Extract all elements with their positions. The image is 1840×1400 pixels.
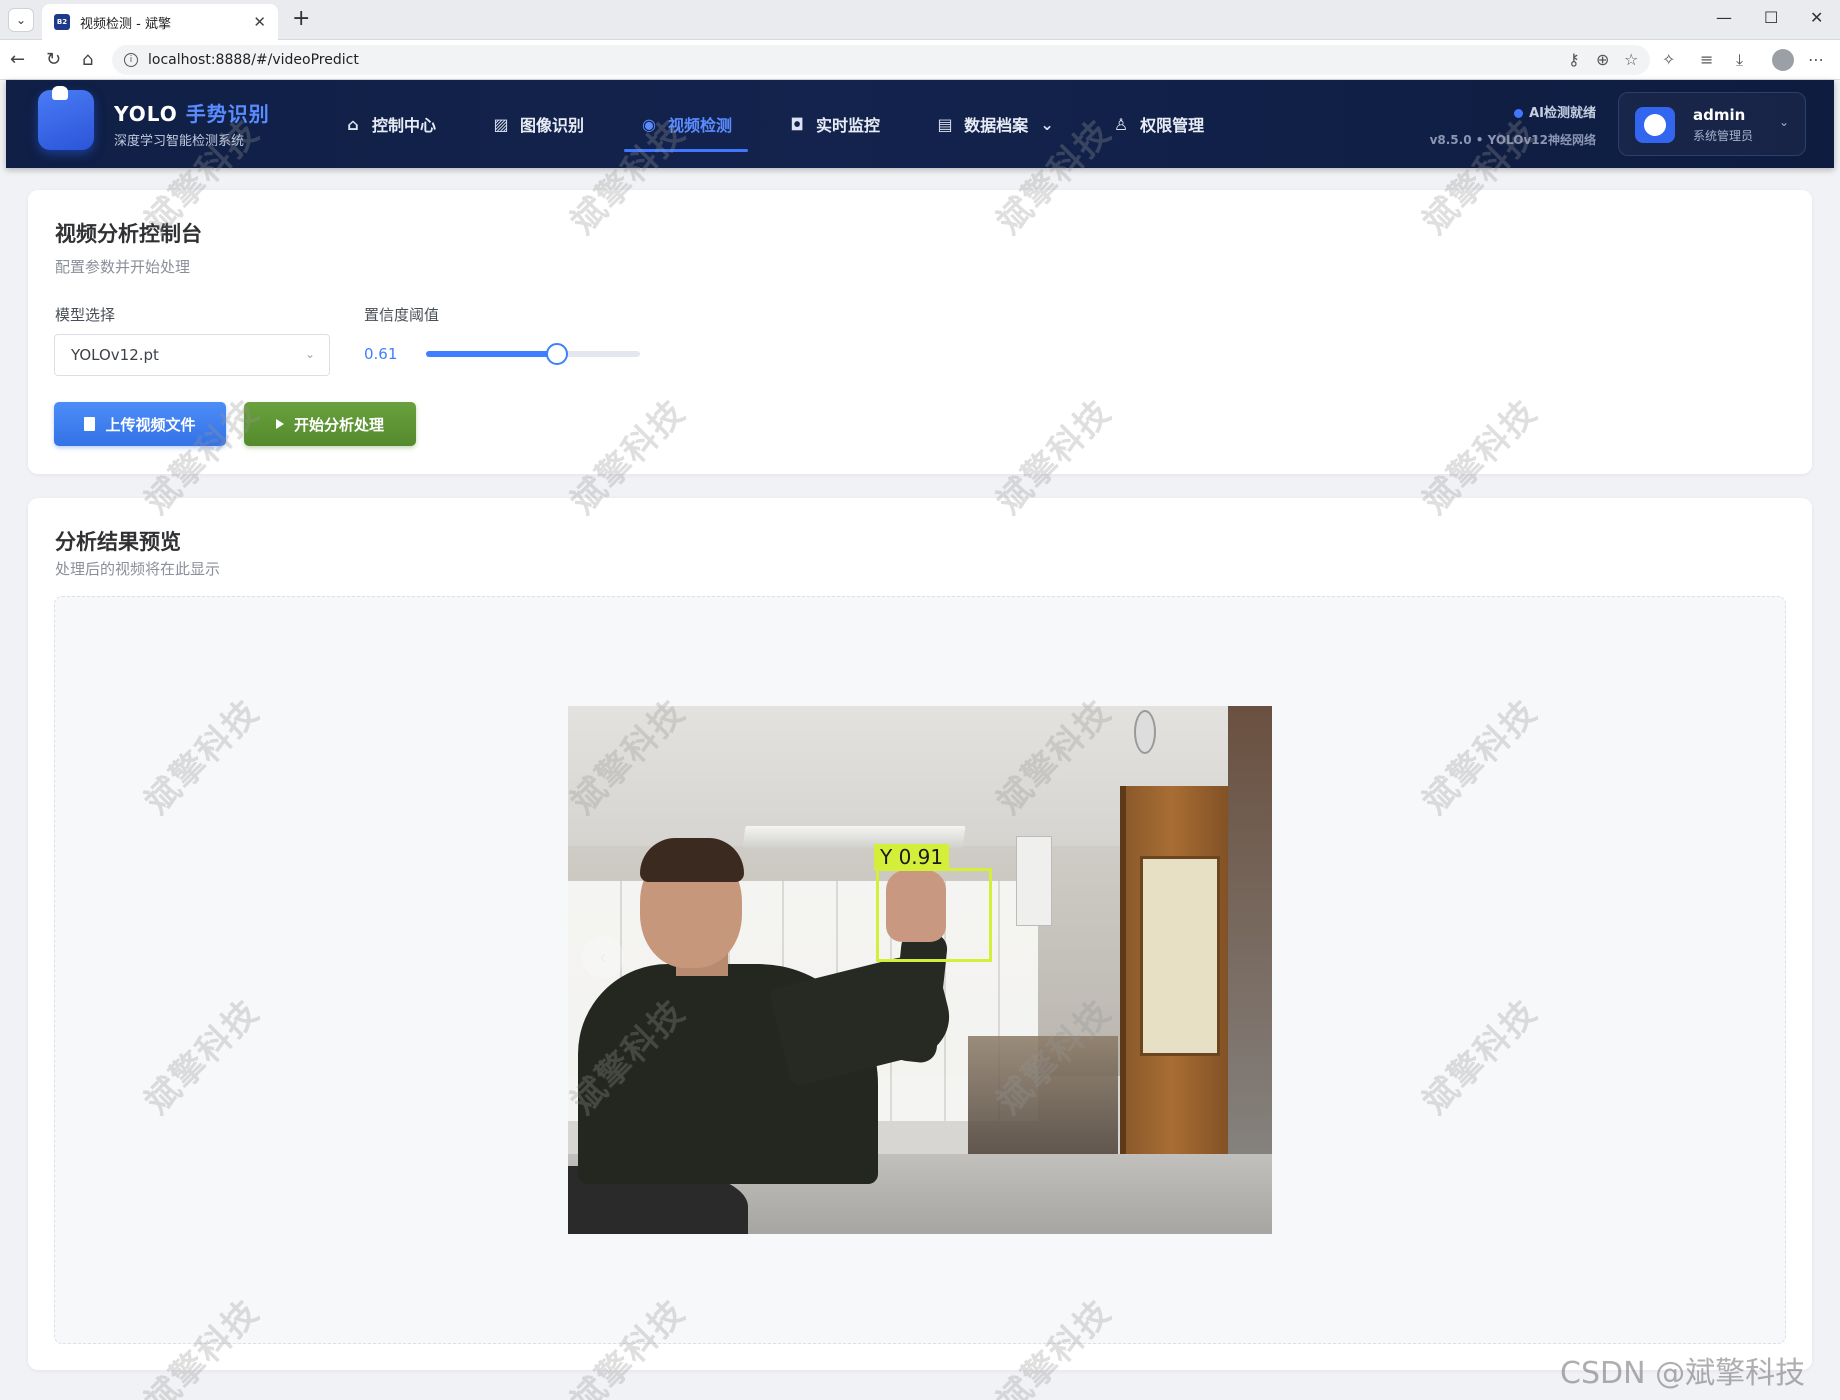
profile-avatar-icon[interactable]	[1772, 49, 1794, 71]
detection-label: Y 0.91	[874, 844, 950, 870]
browser-tab-bar: ⌄ B2 视频检测 - 斌擎 ✕ + — ☐ ✕	[0, 0, 1840, 40]
start-button-label: 开始分析处理	[293, 415, 384, 434]
user-avatar-icon	[1635, 107, 1675, 143]
more-menu-icon[interactable]: ⋯	[1808, 50, 1824, 69]
home-icon: ⌂	[347, 114, 359, 134]
nav-item-image-recognition[interactable]: ▨ 图像识别	[464, 80, 612, 168]
minimize-icon[interactable]: —	[1716, 8, 1732, 27]
tab-close-icon[interactable]: ✕	[253, 13, 266, 31]
model-select[interactable]: YOLOv12.pt ⌄	[54, 334, 330, 376]
slider-fill	[426, 351, 557, 357]
user-name: admin	[1693, 106, 1746, 124]
model-select-value: YOLOv12.pt	[71, 346, 159, 364]
nav-item-data-archive[interactable]: ▤ 数据档案 ⌄	[908, 80, 1084, 168]
user-icon: ♙	[1113, 114, 1129, 134]
document-icon: ▤	[937, 114, 953, 134]
maximize-icon[interactable]: ☐	[1764, 8, 1778, 27]
scene-door-panel	[1140, 856, 1220, 1056]
control-card-subtitle: 配置参数并开始处理	[55, 258, 191, 276]
play-icon	[275, 419, 284, 429]
scene-clutter	[968, 1036, 1118, 1156]
chevron-down-icon: ⌄	[1040, 114, 1054, 134]
brand-subtitle: 深度学习智能检测系统	[114, 134, 245, 149]
result-card-subtitle: 处理后的视频将在此显示	[55, 560, 221, 578]
browser-tab[interactable]: B2 视频检测 - 斌擎 ✕	[42, 4, 278, 40]
result-card-title: 分析结果预览	[55, 530, 181, 554]
reload-icon[interactable]: ↻	[46, 49, 61, 70]
detection-box	[876, 868, 992, 962]
nav-item-permissions[interactable]: ♙ 权限管理	[1084, 80, 1232, 168]
window-close-icon[interactable]: ✕	[1810, 8, 1823, 27]
ai-status: AI检测就绪 v8.5.0 • YOLOv12神经网络	[1426, 102, 1596, 148]
scene-clock	[1134, 710, 1156, 754]
back-arrow-icon[interactable]: ←	[10, 49, 25, 70]
logo-hand-icon	[38, 86, 94, 150]
version-text: v8.5.0 • YOLOv12神经网络	[1429, 133, 1596, 147]
control-card-title: 视频分析控制台	[55, 222, 202, 246]
user-role: 系统管理员	[1693, 129, 1754, 143]
brand-prefix: YOLO	[114, 102, 178, 126]
nav-item-realtime-monitor[interactable]: ◘ 实时监控	[760, 80, 908, 168]
url-field[interactable]: i localhost:8888/#/videoPredict	[112, 45, 1650, 75]
tab-favicon-icon: B2	[54, 14, 70, 30]
upload-button-label: 上传视频文件	[105, 415, 196, 434]
extensions-icon[interactable]: ✧	[1662, 50, 1675, 69]
nav-item-video-detection[interactable]: ◉ 视频检测	[612, 80, 760, 168]
tab-title: 视频检测 - 斌擎	[80, 16, 171, 32]
image-icon: ▨	[493, 114, 509, 134]
nav-label: 数据档案	[964, 116, 1029, 135]
site-info-icon[interactable]: i	[124, 53, 138, 67]
brand-title: YOLO 手势识别	[114, 98, 270, 127]
upload-video-button[interactable]: 上传视频文件	[54, 402, 226, 446]
browser-address-bar: ← ↻ ⌂ i localhost:8888/#/videoPredict ⚷ …	[0, 40, 1840, 80]
scene-air-conditioner	[1016, 836, 1052, 926]
zoom-icon[interactable]: ⊕	[1596, 50, 1609, 69]
nav-label: 控制中心	[372, 116, 437, 135]
play-circle-icon: ◉	[642, 114, 657, 134]
start-analysis-button[interactable]: 开始分析处理	[244, 402, 416, 446]
new-tab-plus-icon[interactable]: +	[292, 6, 310, 31]
favorite-star-icon[interactable]: ☆	[1624, 50, 1638, 69]
chevron-down-icon: ⌄	[1779, 115, 1790, 129]
model-label: 模型选择	[55, 306, 116, 324]
file-icon	[84, 417, 96, 431]
url-text: localhost:8888/#/videoPredict	[148, 52, 359, 68]
key-icon[interactable]: ⚷	[1568, 50, 1580, 69]
confidence-value: 0.61	[364, 345, 398, 363]
camera-icon: ◘	[790, 114, 804, 134]
status-dot-icon	[1514, 109, 1524, 118]
status-text: AI检测就绪	[1529, 106, 1596, 121]
person-hair	[640, 838, 744, 882]
csdn-watermark: CSDN @斌擎科技	[1560, 1356, 1806, 1391]
previous-chevron-icon[interactable]: ‹	[582, 936, 624, 978]
downloads-icon[interactable]: ⤓	[1736, 50, 1743, 70]
brand-accent: 手势识别	[185, 102, 270, 126]
confidence-label: 置信度阈值	[364, 306, 440, 324]
nav-item-control-center[interactable]: ⌂ 控制中心	[316, 80, 464, 168]
nav-label: 图像识别	[520, 116, 585, 135]
tab-list-chevron-icon[interactable]: ⌄	[8, 8, 34, 32]
result-video[interactable]: ‹ Y 0.91	[568, 706, 1272, 1234]
home-button-icon[interactable]: ⌂	[82, 49, 93, 70]
favorites-list-icon[interactable]: ≡	[1700, 50, 1713, 69]
chevron-down-icon: ⌄	[304, 347, 315, 361]
nav-label: 权限管理	[1140, 116, 1205, 135]
app-header: YOLO 手势识别 深度学习智能检测系统 ⌂ 控制中心 ▨ 图像识别 ◉ 视频检…	[6, 80, 1834, 168]
slider-handle[interactable]	[545, 343, 568, 365]
nav-label: 实时监控	[816, 116, 881, 135]
control-card: 视频分析控制台 配置参数并开始处理 模型选择 YOLOv12.pt ⌄ 置信度阈…	[28, 190, 1812, 474]
nav-label: 视频检测	[668, 116, 733, 135]
user-menu[interactable]: admin 系统管理员 ⌄	[1618, 92, 1806, 156]
main-nav: ⌂ 控制中心 ▨ 图像识别 ◉ 视频检测 ◘ 实时监控 ▤ 数据档案 ⌄ ♙ 权…	[316, 80, 1232, 168]
confidence-slider[interactable]	[426, 343, 640, 365]
